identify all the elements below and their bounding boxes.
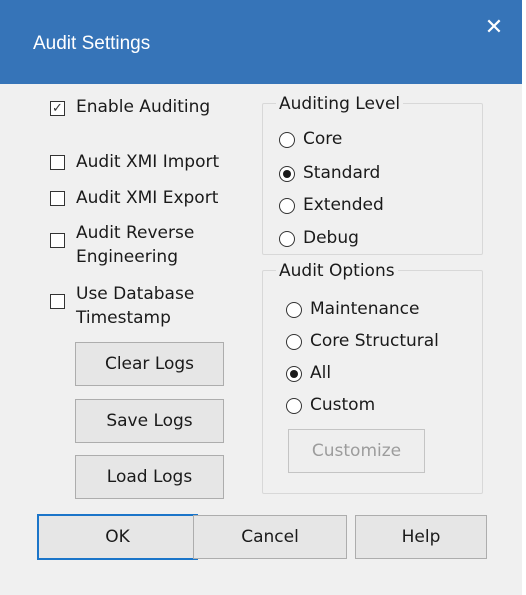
radio-core-structural-label[interactable]: Core Structural <box>310 330 439 352</box>
radio-maintenance-label[interactable]: Maintenance <box>310 298 419 320</box>
audit-xmi-import-label[interactable]: Audit XMI Import <box>76 151 219 173</box>
ok-button[interactable]: OK <box>37 514 198 560</box>
radio-core-structural[interactable] <box>286 334 302 350</box>
save-logs-button[interactable]: Save Logs <box>75 399 224 443</box>
help-button[interactable]: Help <box>355 515 487 559</box>
close-icon[interactable]: ✕ <box>482 16 506 40</box>
enable-auditing-label[interactable]: Enable Auditing <box>76 96 210 118</box>
radio-custom[interactable] <box>286 398 302 414</box>
radio-maintenance[interactable] <box>286 302 302 318</box>
clear-logs-button[interactable]: Clear Logs <box>75 342 224 386</box>
radio-standard-label[interactable]: Standard <box>303 162 380 184</box>
auditing-level-title: Auditing Level <box>276 94 404 114</box>
radio-debug[interactable] <box>279 231 295 247</box>
audit-options-title: Audit Options <box>276 261 398 281</box>
radio-core-label[interactable]: Core <box>303 128 342 150</box>
title-bar[interactable]: Audit Settings ✕ <box>0 0 522 84</box>
radio-debug-label[interactable]: Debug <box>303 227 359 249</box>
audit-reverse-engineering-label[interactable]: Audit Reverse Engineering <box>76 221 256 269</box>
use-database-timestamp-label[interactable]: Use Database Timestamp <box>76 282 256 330</box>
radio-extended-label[interactable]: Extended <box>303 194 384 216</box>
customize-button: Customize <box>288 429 425 473</box>
enable-auditing-checkbox[interactable]: ✓ <box>50 101 65 116</box>
audit-xmi-import-checkbox[interactable] <box>50 155 65 170</box>
cancel-button[interactable]: Cancel <box>193 515 347 559</box>
audit-xmi-export-checkbox[interactable] <box>50 191 65 206</box>
radio-custom-label[interactable]: Custom <box>310 394 375 416</box>
use-database-timestamp-checkbox[interactable] <box>50 294 65 309</box>
radio-core[interactable] <box>279 132 295 148</box>
dialog-title: Audit Settings <box>33 33 151 54</box>
audit-xmi-export-label[interactable]: Audit XMI Export <box>76 187 218 209</box>
load-logs-button[interactable]: Load Logs <box>75 455 224 499</box>
radio-standard[interactable] <box>279 166 295 182</box>
radio-extended[interactable] <box>279 198 295 214</box>
radio-all[interactable] <box>286 366 302 382</box>
radio-all-label[interactable]: All <box>310 362 331 384</box>
audit-settings-dialog: Audit Settings ✕ ✓ Enable Auditing Audit… <box>0 0 526 595</box>
audit-reverse-engineering-checkbox[interactable] <box>50 233 65 248</box>
